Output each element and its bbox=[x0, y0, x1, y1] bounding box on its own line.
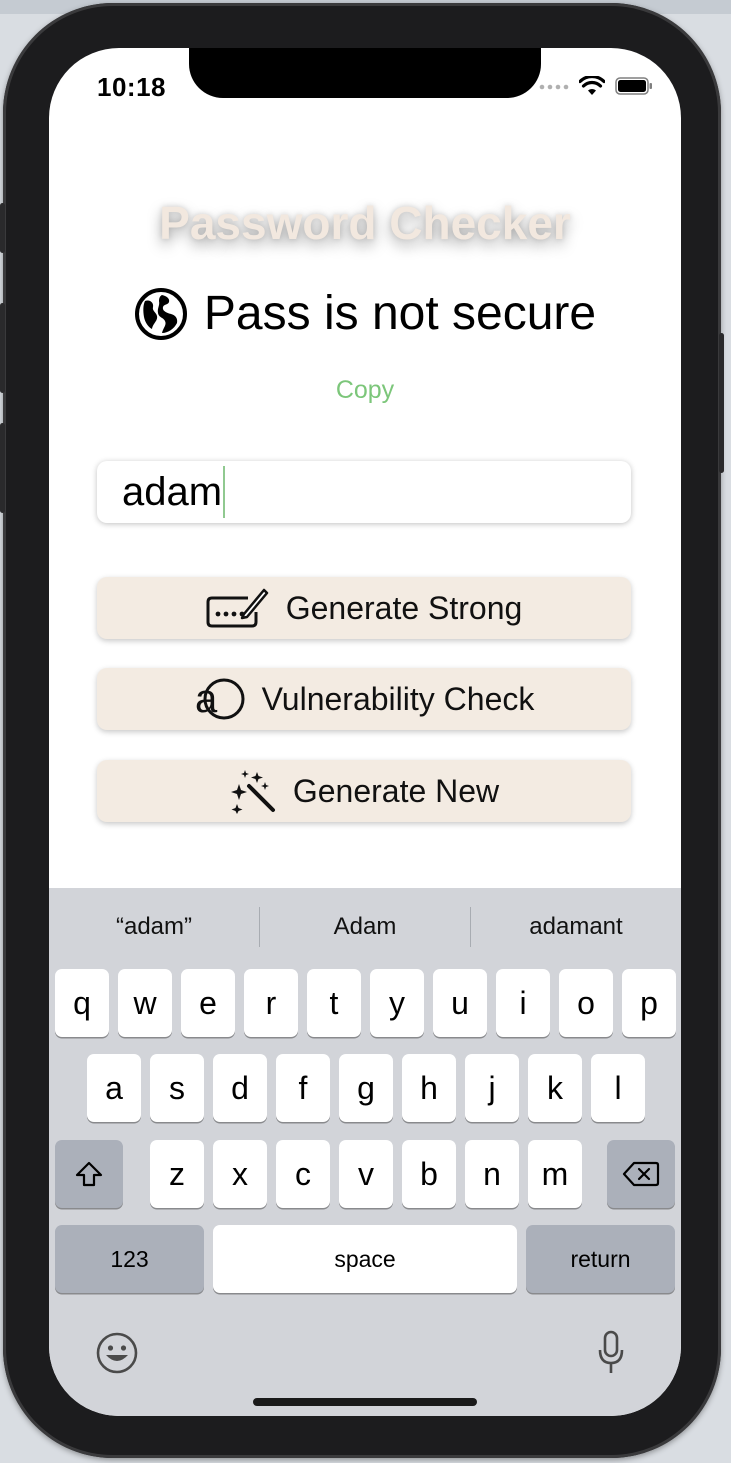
status-message: Pass is not secure bbox=[203, 287, 597, 340]
shift-icon bbox=[75, 1161, 103, 1187]
suggestion-bar: “adam” Adam adamant bbox=[49, 888, 681, 966]
key-d[interactable]: d bbox=[213, 1054, 267, 1122]
key-n[interactable]: n bbox=[465, 1140, 519, 1208]
key-v[interactable]: v bbox=[339, 1140, 393, 1208]
password-value: adam bbox=[122, 469, 223, 514]
return-key[interactable]: return bbox=[526, 1225, 675, 1293]
cellular-signal-icon bbox=[539, 84, 569, 90]
suggestion-item[interactable]: Adam bbox=[260, 913, 470, 941]
character-icon: a bbox=[195, 677, 245, 721]
generate-new-button[interactable]: Generate New bbox=[97, 760, 631, 822]
phone-frame: 10:18 Password Checker Pass is not secur… bbox=[0, 3, 724, 1458]
key-c[interactable]: c bbox=[276, 1140, 330, 1208]
key-z[interactable]: z bbox=[150, 1140, 204, 1208]
key-h[interactable]: h bbox=[402, 1054, 456, 1122]
emoji-icon bbox=[96, 1332, 138, 1374]
key-a[interactable]: a bbox=[87, 1054, 141, 1122]
password-icon bbox=[206, 588, 268, 628]
microphone-icon bbox=[598, 1330, 624, 1373]
key-w[interactable]: w bbox=[118, 969, 172, 1037]
vulnerability-check-label: Vulnerability Check bbox=[261, 680, 535, 717]
key-e[interactable]: e bbox=[181, 969, 235, 1037]
numbers-key[interactable]: 123 bbox=[55, 1225, 204, 1293]
password-input[interactable]: adam bbox=[97, 461, 631, 523]
mute-switch bbox=[0, 203, 5, 253]
status-time: 10:18 bbox=[97, 72, 166, 102]
key-o[interactable]: o bbox=[559, 969, 613, 1037]
home-indicator[interactable] bbox=[253, 1398, 477, 1406]
battery-icon bbox=[615, 77, 652, 95]
key-l[interactable]: l bbox=[591, 1054, 645, 1122]
generate-strong-button[interactable]: Generate Strong bbox=[97, 577, 631, 639]
space-key[interactable]: space bbox=[213, 1225, 517, 1293]
status-icons bbox=[539, 76, 653, 96]
emoji-button[interactable] bbox=[95, 1331, 139, 1380]
key-j[interactable]: j bbox=[465, 1054, 519, 1122]
generate-strong-label: Generate Strong bbox=[285, 589, 523, 626]
key-t[interactable]: t bbox=[307, 969, 361, 1037]
key-b[interactable]: b bbox=[402, 1140, 456, 1208]
power-button bbox=[719, 333, 724, 473]
key-s[interactable]: s bbox=[150, 1054, 204, 1122]
key-i[interactable]: i bbox=[496, 969, 550, 1037]
key-p[interactable]: p bbox=[622, 969, 676, 1037]
key-f[interactable]: f bbox=[276, 1054, 330, 1122]
keyboard: “adam” Adam adamant q w e r t y u i o p … bbox=[49, 888, 681, 1416]
shift-key[interactable] bbox=[55, 1140, 123, 1208]
key-g[interactable]: g bbox=[339, 1054, 393, 1122]
svg-text:a: a bbox=[195, 677, 218, 721]
generate-new-label: Generate New bbox=[292, 772, 500, 809]
notch bbox=[189, 48, 541, 98]
screen: 10:18 Password Checker Pass is not secur… bbox=[49, 48, 681, 1416]
key-k[interactable]: k bbox=[528, 1054, 582, 1122]
volume-up-button bbox=[0, 303, 5, 393]
backspace-key[interactable] bbox=[607, 1140, 675, 1208]
delete-icon bbox=[622, 1161, 660, 1187]
key-y[interactable]: y bbox=[370, 969, 424, 1037]
suggestion-item[interactable]: “adam” bbox=[49, 913, 259, 941]
security-status: Pass is not secure bbox=[49, 286, 681, 341]
text-caret bbox=[223, 466, 226, 518]
suggestion-item[interactable]: adamant bbox=[471, 913, 681, 941]
key-u[interactable]: u bbox=[433, 969, 487, 1037]
key-q[interactable]: q bbox=[55, 969, 109, 1037]
dictation-button[interactable] bbox=[597, 1330, 625, 1381]
volume-down-button bbox=[0, 423, 5, 513]
wifi-icon bbox=[579, 76, 605, 95]
key-m[interactable]: m bbox=[528, 1140, 582, 1208]
magic-wand-icon bbox=[230, 770, 275, 814]
vulnerability-check-button[interactable]: a Vulnerability Check bbox=[97, 668, 631, 730]
copy-button[interactable]: Copy bbox=[49, 376, 681, 405]
key-r[interactable]: r bbox=[244, 969, 298, 1037]
globe-icon bbox=[134, 287, 187, 340]
key-x[interactable]: x bbox=[213, 1140, 267, 1208]
page-title: Password Checker bbox=[159, 197, 571, 249]
